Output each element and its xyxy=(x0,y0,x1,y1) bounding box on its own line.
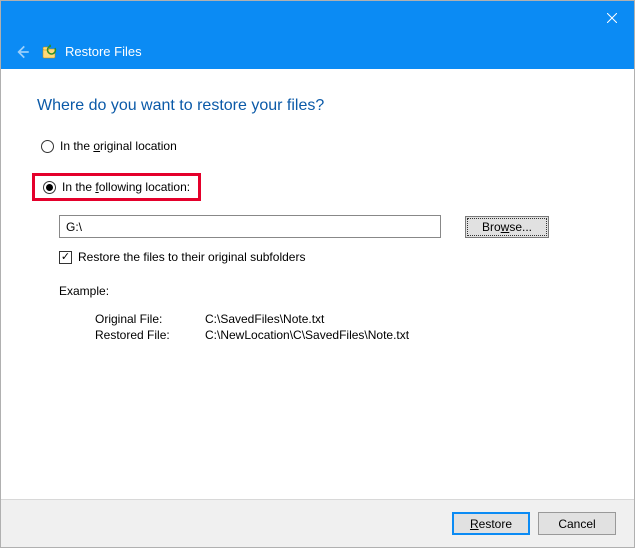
dialog-body: Where do you want to restore your files?… xyxy=(1,69,634,499)
restore-button[interactable]: Restore xyxy=(452,512,530,535)
location-input[interactable] xyxy=(59,215,441,238)
dialog-footer: Restore Cancel xyxy=(1,499,634,547)
restore-icon xyxy=(41,43,59,61)
browse-button[interactable]: Browse... xyxy=(465,216,549,238)
radio-original-location[interactable]: In the original location xyxy=(37,137,598,155)
back-button[interactable] xyxy=(13,43,31,61)
example-original-value: C:\SavedFiles\Note.txt xyxy=(205,312,598,326)
example-restored-value: C:\NewLocation\C\SavedFiles\Note.txt xyxy=(205,328,598,342)
close-icon xyxy=(607,13,617,23)
restore-files-window: Restore Files Where do you want to resto… xyxy=(0,0,635,548)
radio-following-location[interactable]: In the following location: xyxy=(39,178,194,196)
close-button[interactable] xyxy=(589,1,634,34)
highlight-box: In the following location: xyxy=(32,173,201,201)
checkbox-label: Restore the files to their original subf… xyxy=(78,250,305,264)
back-arrow-icon xyxy=(13,43,31,61)
radio-label: In the following location: xyxy=(62,180,190,194)
radio-icon xyxy=(43,181,56,194)
window-title: Restore Files xyxy=(65,44,142,59)
headerbar: Restore Files xyxy=(1,34,634,69)
titlebar xyxy=(1,1,634,34)
restore-subfolders-checkbox[interactable]: Restore the files to their original subf… xyxy=(59,250,598,264)
cancel-button[interactable]: Cancel xyxy=(538,512,616,535)
page-heading: Where do you want to restore your files? xyxy=(37,97,598,115)
radio-label: In the original location xyxy=(60,139,177,153)
example-restored-label: Restored File: xyxy=(95,328,205,342)
example-original-label: Original File: xyxy=(95,312,205,326)
example-label: Example: xyxy=(59,284,598,298)
checkbox-icon xyxy=(59,251,72,264)
radio-icon xyxy=(41,140,54,153)
example-grid: Original File: C:\SavedFiles\Note.txt Re… xyxy=(95,312,598,342)
location-row: Browse... xyxy=(59,215,598,238)
